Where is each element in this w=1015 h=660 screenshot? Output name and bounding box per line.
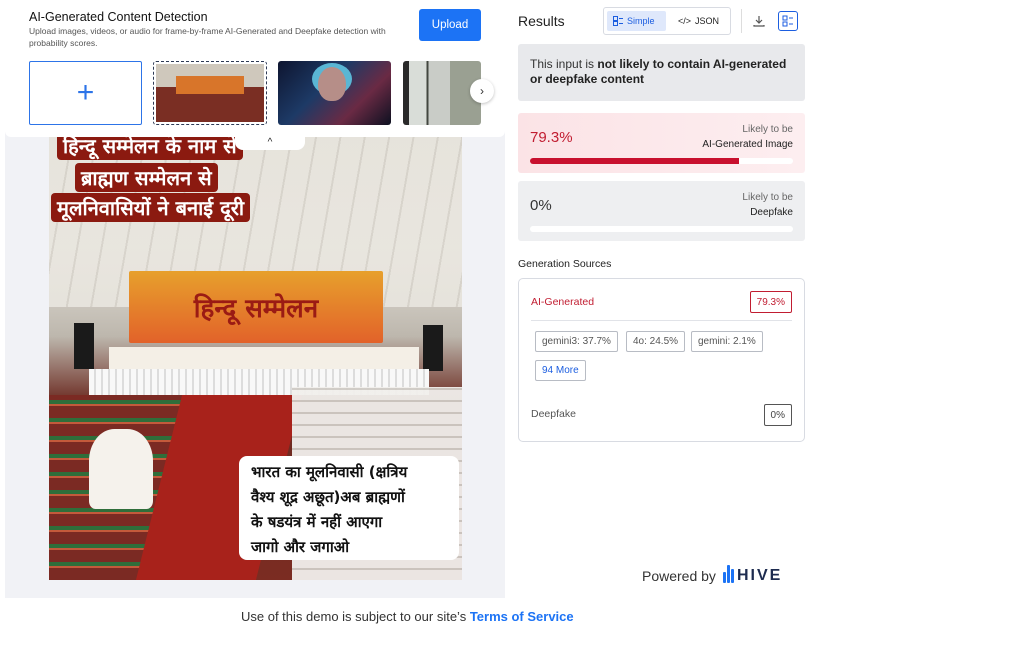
ai-generated-score-label: Likely to be AI-Generated Image (702, 122, 793, 152)
deepfake-progress-bar (530, 226, 793, 232)
generation-sources-card: AI-Generated 79.3% gemini3: 37.7% 4o: 24… (518, 278, 805, 442)
ai-generated-caption: Likely to be (742, 124, 793, 135)
overlay-line-2: ब्राह्मण सम्मेलन से (75, 163, 218, 192)
verdict-prefix: This input is (530, 57, 598, 71)
chevron-right-icon[interactable]: › (470, 79, 494, 103)
powered-by-text: Powered by (642, 567, 716, 584)
sources-divider (531, 320, 792, 321)
plus-icon: + (76, 76, 95, 109)
overlay-line-1: हिन्दू सम्मेलन के नाम से (57, 137, 243, 160)
overlay-line-3: मूलनिवासियों ने बनाई दूरी (51, 193, 251, 222)
thumbnail-2[interactable] (278, 61, 391, 125)
toolbar-divider (741, 9, 742, 33)
box-line-1: भारत का मूलनिवासी (क्षत्रिय (251, 463, 408, 481)
box-line-2: वैश्य शूद्र अछूत)अब ब्राह्मणों (251, 488, 405, 506)
upload-button[interactable]: Upload (419, 9, 481, 41)
preview-stage (109, 347, 419, 369)
box-line-3: के षडयंत्र में नहीं आएगा (251, 513, 383, 531)
ai-generated-progress-bar (530, 158, 793, 164)
view-simple-tab[interactable]: Simple (607, 11, 666, 31)
chevron-up-icon: ^ (267, 136, 273, 148)
collapse-toggle[interactable]: ^ (235, 134, 305, 150)
deepfake-score-card: 0% Likely to be Deepfake (518, 181, 805, 241)
deepfake-caption: Likely to be (742, 192, 793, 203)
deepfake-class: Deepfake (750, 207, 793, 218)
ai-generated-class: AI-Generated Image (702, 139, 793, 150)
ai-generated-score-card: 79.3% Likely to be AI-Generated Image (518, 113, 805, 173)
code-icon: </> (678, 16, 692, 26)
preview-seated-person (89, 429, 153, 509)
source-chip[interactable]: 4o: 24.5% (626, 331, 686, 352)
preview-stage-banner: हिन्दू सम्मेलन (129, 271, 383, 343)
deepfake-score: 0% (530, 197, 552, 214)
thumbnail-strip: + (29, 61, 481, 125)
page-subtitle: Upload images, videos, or audio for fram… (29, 26, 386, 48)
hive-wordmark: HIVE (736, 566, 783, 584)
source-chip[interactable]: gemini: 2.1% (691, 331, 763, 352)
box-line-4: जागो और जगाओ (251, 538, 350, 556)
thumbnail-banner (176, 76, 244, 94)
layout-icon (782, 15, 793, 27)
powered-by: Powered by HIVE (642, 565, 782, 586)
generation-sources-heading: Generation Sources (518, 258, 612, 270)
media-preview: हिन्दू सम्मेलन हिन्दू सम्मेलन के नाम से … (49, 137, 462, 580)
footer: Use of this demo is subject to our site’… (241, 609, 574, 624)
results-heading: Results (518, 13, 565, 29)
source-chip[interactable]: gemini3: 37.7% (535, 331, 618, 352)
more-sources-button[interactable]: 94 More (535, 360, 586, 381)
list-icon (613, 16, 623, 26)
sources-ai-label: AI-Generated (531, 296, 595, 308)
preview-text-box: भारत का मूलनिवासी (क्षत्रिय वैश्य शूद्र … (239, 456, 459, 560)
view-simple-label: Simple (627, 16, 655, 26)
footer-text: Use of this demo is subject to our site’… (241, 609, 470, 624)
download-icon[interactable] (750, 12, 768, 30)
thumbnail-image (156, 64, 264, 122)
view-json-tab[interactable]: </> JSON (672, 11, 728, 31)
preview-speaker-left (74, 323, 94, 369)
page-title: AI-Generated Content Detection (29, 10, 208, 24)
hive-logo[interactable]: HIVE (722, 565, 783, 586)
terms-of-service-link[interactable]: Terms of Service (470, 609, 574, 624)
view-json-label: JSON (695, 16, 720, 26)
add-media-button[interactable]: + (29, 61, 142, 125)
layout-toggle-button[interactable] (778, 11, 798, 31)
thumbnail-selected[interactable] (153, 61, 267, 125)
deepfake-score-label: Likely to be Deepfake (742, 190, 793, 220)
sources-ai-percentage: 79.3% (749, 291, 792, 313)
sources-deepfake-percentage: 0% (763, 404, 792, 426)
sources-deepfake-label: Deepfake (531, 408, 576, 420)
left-panel: AI-Generated Content Detection Upload im… (5, 0, 505, 598)
view-toggle: Simple </> JSON (603, 7, 731, 35)
ai-generated-score: 79.3% (530, 129, 573, 146)
thumbnail-figure-face (318, 67, 346, 101)
hive-logo-icon (722, 565, 735, 586)
verdict-banner: This input is not likely to contain AI-g… (518, 44, 805, 101)
upload-card: AI-Generated Content Detection Upload im… (5, 0, 505, 137)
ai-generated-progress-fill (530, 158, 739, 164)
preview-speaker-right (423, 325, 443, 371)
